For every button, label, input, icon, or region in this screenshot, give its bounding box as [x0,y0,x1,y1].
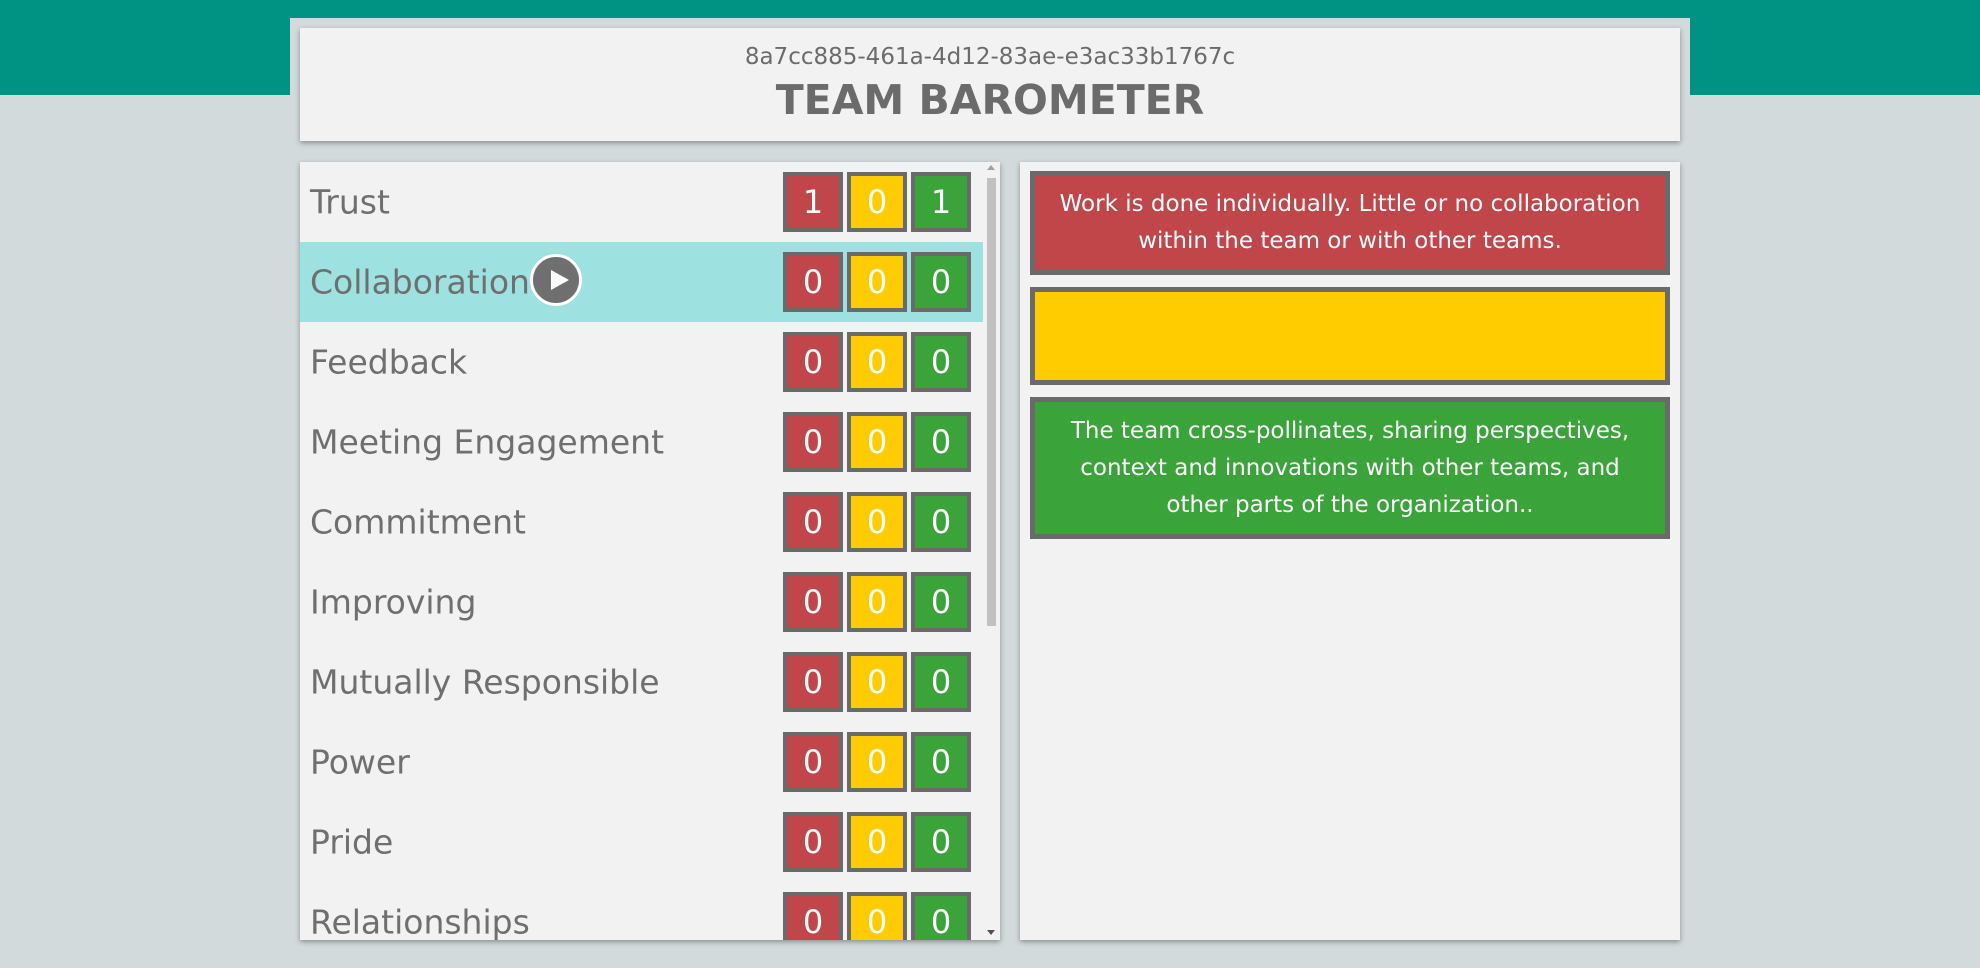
question-list-scrollbar[interactable] [983,162,1000,940]
red-vote-counter[interactable]: 0 [783,652,843,712]
green-description-text: The team cross-pollinates, sharing persp… [1070,417,1630,518]
red-description-text: Work is done individually. Little or no … [1059,191,1641,254]
red-vote-counter[interactable]: 0 [783,812,843,872]
question-label: Power [310,742,410,782]
yellow-vote-counter[interactable]: 0 [847,252,907,312]
green-vote-counter[interactable]: 0 [911,652,971,712]
yellow-vote-counter[interactable]: 0 [847,572,907,632]
yellow-vote-counter[interactable]: 0 [847,892,907,940]
question-label: Trust [310,182,390,222]
green-vote-counter[interactable]: 0 [911,412,971,472]
question-row[interactable]: Mutually Responsible 0 0 0 [300,642,983,722]
green-vote-counter[interactable]: 0 [911,252,971,312]
yellow-vote-counter[interactable]: 0 [847,412,907,472]
green-vote-counter[interactable]: 0 [911,332,971,392]
red-vote-counter[interactable]: 0 [783,892,843,940]
red-vote-counter[interactable]: 0 [783,252,843,312]
red-vote-counter[interactable]: 1 [783,172,843,232]
scroll-up-arrow-icon[interactable] [987,165,995,170]
green-description-card[interactable]: The team cross-pollinates, sharing persp… [1030,397,1670,539]
question-row[interactable]: Improving 0 0 0 [300,562,983,642]
green-vote-counter[interactable]: 0 [911,892,971,940]
red-description-card[interactable]: Work is done individually. Little or no … [1030,171,1670,275]
green-vote-counter[interactable]: 0 [911,732,971,792]
play-icon [551,270,569,290]
detail-panel: Work is done individually. Little or no … [1020,162,1680,940]
question-row[interactable]: Meeting Engagement 0 0 0 [300,402,983,482]
red-vote-counter[interactable]: 0 [783,572,843,632]
question-label: Collaboration [310,262,530,302]
red-vote-counter[interactable]: 0 [783,412,843,472]
yellow-vote-counter[interactable]: 0 [847,812,907,872]
yellow-description-card[interactable] [1030,287,1670,385]
yellow-vote-counter[interactable]: 0 [847,332,907,392]
question-row[interactable]: Commitment 0 0 0 [300,482,983,562]
red-vote-counter[interactable]: 0 [783,492,843,552]
question-row[interactable]: Trust 1 0 1 [300,162,983,242]
question-row[interactable]: Feedback 0 0 0 [300,322,983,402]
question-label: Pride [310,822,394,862]
green-vote-counter[interactable]: 0 [911,812,971,872]
question-row[interactable]: Pride 0 0 0 [300,802,983,882]
red-vote-counter[interactable]: 0 [783,332,843,392]
green-vote-counter[interactable]: 0 [911,572,971,632]
question-label: Meeting Engagement [310,422,665,462]
green-vote-counter[interactable]: 1 [911,172,971,232]
scroll-thumb[interactable] [987,178,996,626]
play-button[interactable] [530,254,582,306]
yellow-vote-counter[interactable]: 0 [847,652,907,712]
red-vote-counter[interactable]: 0 [783,732,843,792]
header-card: 8a7cc885-461a-4d12-83ae-e3ac33b1767c TEA… [300,28,1680,141]
green-vote-counter[interactable]: 0 [911,492,971,552]
page-title: TEAM BAROMETER [775,76,1205,124]
scroll-down-arrow-icon[interactable] [987,930,995,935]
question-list-panel: Trust 1 0 1 Collaboration 0 0 0 Feedback 0 0 0 Meeti… [300,162,1000,940]
yellow-vote-counter[interactable]: 0 [847,172,907,232]
question-label: Relationships [310,902,530,941]
question-label: Commitment [310,502,526,542]
question-label: Mutually Responsible [310,662,660,702]
session-id: 8a7cc885-461a-4d12-83ae-e3ac33b1767c [744,44,1236,70]
yellow-vote-counter[interactable]: 0 [847,492,907,552]
question-label: Improving [310,582,477,622]
yellow-vote-counter[interactable]: 0 [847,732,907,792]
question-row[interactable]: Relationships 0 0 0 [300,882,983,940]
question-label: Feedback [310,342,468,382]
question-row[interactable]: Power 0 0 0 [300,722,983,802]
question-row[interactable]: Collaboration 0 0 0 [300,242,983,322]
